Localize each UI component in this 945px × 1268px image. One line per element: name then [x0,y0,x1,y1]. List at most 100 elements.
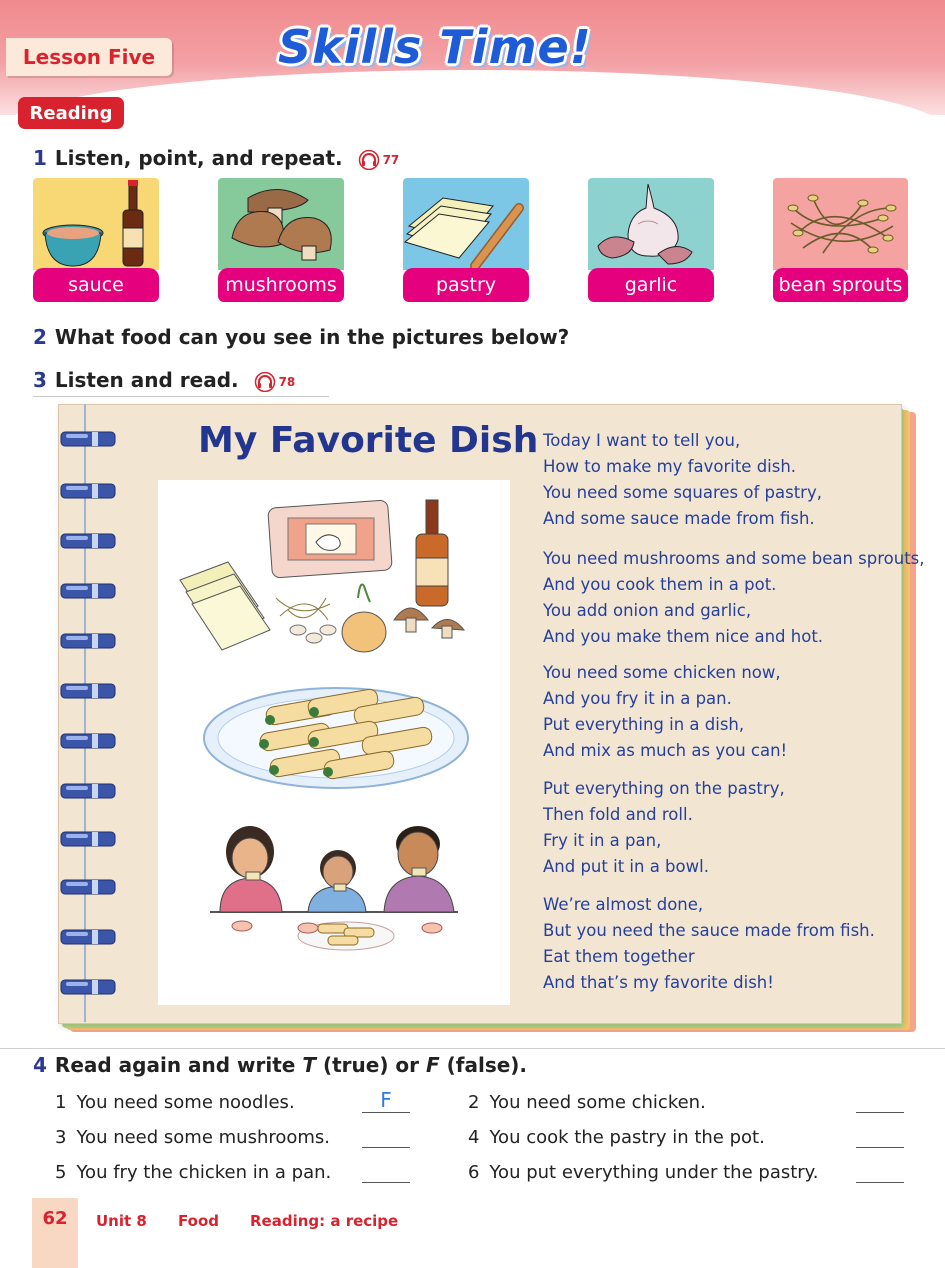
page-title: Skills Time! [278,20,592,74]
poem-stanza: Today I want to tell you, How to make my … [543,428,822,532]
footer-skill: Reading: a recipe [250,1212,399,1230]
divider [33,396,329,397]
food-card-pastry: pastry [403,178,529,302]
item-number: 3 [55,1127,67,1148]
answer-blank-1[interactable]: F [362,1088,410,1113]
answer-blank-3[interactable] [362,1129,410,1148]
garlic-picture [588,178,714,270]
headphones-icon [358,149,379,170]
poem-line: You need some squares of pastry, [543,483,822,502]
bean-sprouts-picture [773,178,908,270]
item-number: 1 [55,1092,67,1113]
exercise-item-5: 5 You fry the chicken in a pan. [55,1162,331,1183]
answer-blank-5[interactable] [362,1164,410,1183]
item-text: You cook the pastry in the pot. [489,1127,765,1148]
spiral-ring [60,929,116,945]
answer-blank-4[interactable] [856,1129,904,1148]
false-letter: F [425,1053,440,1077]
poem-stanza: You need mushrooms and some bean sprouts… [543,546,925,650]
recipe-title: My Favorite Dish [198,420,539,461]
poem-line: Then fold and roll. [543,805,693,824]
spiral-ring [60,783,116,799]
poem-line: Put everything on the pastry, [543,779,785,798]
headphones-icon [254,371,275,392]
section-badge: Reading [18,97,124,129]
food-label: pastry [403,268,529,302]
exercise-item-3: 3 You need some mushrooms. [55,1127,330,1148]
question-4: 4 Read again and write T (true) or F (fal… [33,1053,527,1077]
item-text: You need some chicken. [489,1092,706,1113]
poem-line: Today I want to tell you, [543,431,741,450]
lesson-label: Lesson Five [22,45,156,69]
food-label: sauce [33,268,159,302]
audio-track-number: 77 [382,152,400,167]
spiral-ring [60,979,116,995]
spiral-ring [60,683,116,699]
sauce-picture [33,178,159,270]
question-number: 2 [33,325,47,349]
poem-stanza: We’re almost done, But you need the sauce… [543,892,875,996]
spiral-ring [60,533,116,549]
page-number-text: 62 [42,1208,68,1229]
poem-line: Put everything in a dish, [543,715,745,734]
poem-line: And you cook them in a pot. [543,575,777,594]
food-card-sauce: sauce [33,178,159,302]
audio-track[interactable]: 77 [358,149,400,170]
footer-unit: Unit 8 [96,1212,147,1230]
exercise-item-6: 6 You put everything under the pastry. [468,1162,819,1183]
poem-line: And you fry it in a pan. [543,689,732,708]
item-number: 5 [55,1162,67,1183]
answer-blank-6[interactable] [856,1164,904,1183]
question-text: Listen, point, and repeat. [54,146,343,170]
answer-blank-2[interactable] [856,1094,904,1113]
spiral-ring [60,431,116,447]
poem-line: We’re almost done, [543,895,704,914]
poem-line: And put it in a bowl. [543,857,709,876]
platter-of-rolls [203,687,469,789]
spiral-ring [60,733,116,749]
food-card-garlic: garlic [588,178,714,302]
section-label: Reading [29,102,113,124]
question-text-middle: (true) or [315,1053,426,1077]
item-text: You fry the chicken in a pan. [76,1162,332,1183]
spiral-ring [60,483,116,499]
question-number: 1 [33,146,47,170]
poem-line: You need mushrooms and some bean sprouts… [543,549,925,568]
item-text: You put everything under the pastry. [489,1162,819,1183]
question-text: Listen and read. [54,368,239,392]
food-label: garlic [588,268,714,302]
question-number: 3 [33,368,47,392]
footer-topic: Food [178,1212,219,1230]
item-number: 2 [468,1092,480,1113]
pastry-picture [403,178,529,270]
audio-track[interactable]: 78 [254,371,296,392]
poem-line: And some sauce made from fish. [543,509,815,528]
question-2: 2 What food can you see in the pictures b… [33,325,569,349]
poem-line: How to make my favorite dish. [543,457,797,476]
true-letter: T [302,1053,316,1077]
audio-track-number: 78 [278,374,296,389]
spiral-ring [60,831,116,847]
question-text-start: Read again and write [54,1053,303,1077]
exercise-item-1: 1 You need some noodles. [55,1092,295,1113]
poem-line: And mix as much as you can! [543,741,788,760]
poem-stanza: Put everything on the pastry, Then fold a… [543,776,785,880]
item-number: 6 [468,1162,480,1183]
item-text: You need some mushrooms. [76,1127,331,1148]
answer-text: F [380,1088,392,1112]
mushrooms-picture [218,178,344,270]
divider [0,1048,945,1049]
poem-line: And you make them nice and hot. [543,627,824,646]
poem-line: You add onion and garlic, [543,601,752,620]
food-card-bean-sprouts: bean sprouts [773,178,908,302]
poem-line: Fry it in a pan, [543,831,662,850]
question-3: 3 Listen and read. 78 [33,368,295,392]
page-number: 62 [32,1198,78,1268]
poem-line: And that’s my favorite dish! [543,973,774,992]
food-label: bean sprouts [773,268,908,302]
question-number: 4 [33,1053,47,1077]
question-text: What food can you see in the pictures be… [54,325,570,349]
question-1: 1 Listen, point, and repeat. 77 [33,146,399,170]
spiral-ring [60,583,116,599]
poem-line: You need some chicken now, [543,663,781,682]
